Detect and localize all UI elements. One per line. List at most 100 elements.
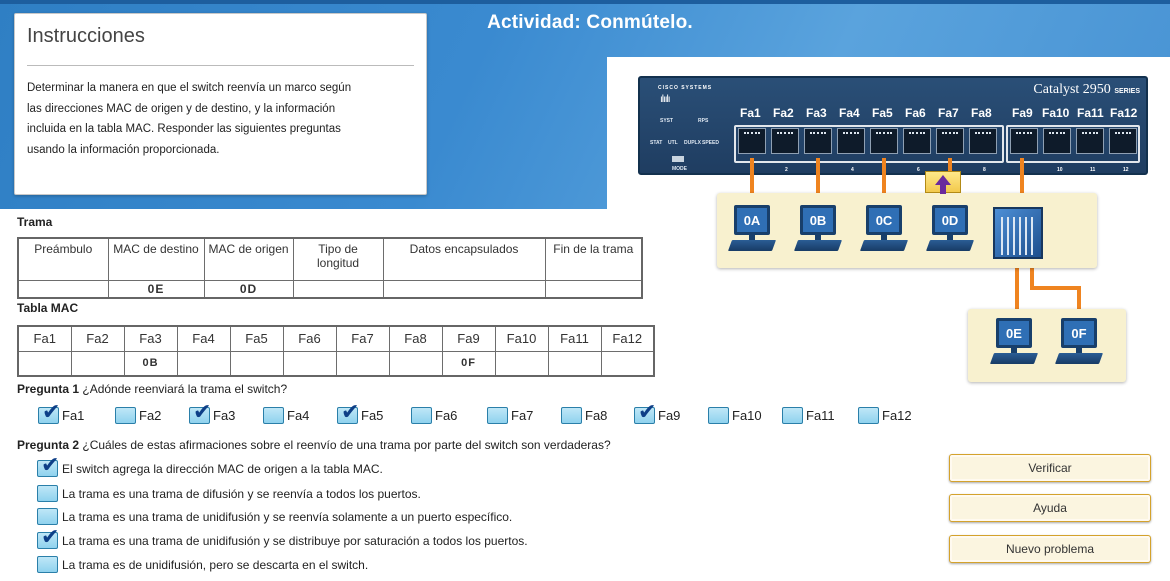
port-fa11: [1076, 128, 1104, 154]
checkbox[interactable]: [263, 407, 284, 424]
checkbox[interactable]: [37, 508, 58, 525]
frame-arrow-icon: [940, 184, 946, 194]
q2-option-3[interactable]: La trama es una trama de unidifusión y s…: [37, 508, 512, 525]
divider: [27, 65, 414, 66]
pc-keyboard: [859, 240, 909, 251]
port-label-fa7: Fa7: [938, 106, 959, 120]
option-label: El switch agrega la dirección MAC de ori…: [62, 461, 383, 476]
check-icon: ✔: [193, 400, 212, 425]
port-number: 6: [917, 167, 920, 173]
instructions-panel: Instrucciones Determinar la manera en qu…: [14, 13, 427, 195]
instructions-line: incluida en la tabla MAC. Responder las …: [27, 123, 341, 135]
mac-value-cell: [282, 350, 337, 377]
new-problem-button[interactable]: Nuevo problema: [949, 535, 1151, 563]
verify-button[interactable]: Verificar: [949, 454, 1151, 482]
question-1: Pregunta 1 ¿Adónde reenviará la trama el…: [17, 382, 287, 396]
mac-value-cell: [17, 350, 72, 377]
checkbox[interactable]: [782, 407, 803, 424]
q1-option-fa1[interactable]: ✔ Fa1: [38, 402, 84, 424]
checkbox[interactable]: [487, 407, 508, 424]
frame-header-cell: Preámbulo: [17, 237, 109, 281]
checkbox[interactable]: ✔: [337, 402, 359, 424]
pc-0d: 0D: [925, 205, 975, 261]
pc-label: 0C: [875, 212, 893, 228]
question-1-label: Pregunta 1: [17, 382, 80, 396]
q1-option-fa3[interactable]: ✔ Fa3: [189, 402, 235, 424]
checkbox[interactable]: ✔: [38, 402, 60, 424]
switch-brand: Catalyst 2950 SERIES: [1033, 82, 1140, 98]
frame-header-cell: Datos encapsulados: [382, 237, 546, 281]
led-label: UTL: [668, 140, 678, 146]
checkbox[interactable]: [858, 407, 879, 424]
cable-hub-0f: [1030, 286, 1080, 290]
question-2: Pregunta 2 ¿Cuáles de estas afirmaciones…: [17, 438, 611, 452]
checkbox[interactable]: ✔: [189, 402, 211, 424]
q1-option-fa2[interactable]: Fa2: [115, 407, 161, 424]
switch-model: Catalyst 2950: [1033, 82, 1111, 97]
instructions-line: usando la información proporcionada.: [27, 143, 220, 156]
q1-option-fa12[interactable]: Fa12: [858, 407, 912, 424]
checkbox[interactable]: ✔: [37, 455, 59, 477]
mac-header-cell: Fa3: [123, 325, 178, 352]
q2-option-1[interactable]: ✔ El switch agrega la dirección MAC de o…: [37, 455, 383, 477]
help-button[interactable]: Ayuda: [949, 494, 1151, 522]
instructions-line: Determinar la manera en que el switch re…: [27, 82, 352, 94]
pc-screen: 0B: [800, 205, 836, 235]
q1-option-fa10[interactable]: Fa10: [708, 407, 762, 424]
q1-option-fa11[interactable]: Fa11: [782, 407, 835, 424]
mac-header-row: Fa1 Fa2 Fa3 Fa4 Fa5 Fa6 Fa7 Fa8 Fa9 Fa10…: [17, 325, 655, 352]
checkbox[interactable]: ✔: [37, 527, 59, 549]
checkbox[interactable]: [561, 407, 582, 424]
q1-option-fa4[interactable]: Fa4: [263, 407, 309, 424]
port-fa7: [936, 128, 964, 154]
pc-screen: 0C: [866, 205, 902, 235]
port-fa3: [804, 128, 832, 154]
port-label-fa9: Fa9: [1012, 106, 1033, 120]
frame-value-cell: [292, 279, 384, 298]
question-2-text: ¿Cuáles de estas afirmaciones sobre el r…: [82, 438, 611, 452]
pc-label: 0D: [941, 212, 959, 228]
checkbox[interactable]: [37, 556, 58, 573]
check-icon: ✔: [41, 453, 60, 478]
pc-label: 0E: [1006, 325, 1022, 341]
q2-option-4[interactable]: ✔ La trama es una trama de unidifusión y…: [37, 527, 528, 549]
q2-option-2[interactable]: La trama es una trama de difusión y se r…: [37, 485, 421, 502]
q1-option-fa9[interactable]: ✔ Fa9: [634, 402, 680, 424]
port-number: 2: [785, 167, 788, 173]
frame-header-cell: MAC de origen: [203, 237, 294, 281]
pc-screen: 0A: [734, 205, 770, 235]
hub-slats: [1001, 217, 1037, 255]
q1-option-fa6[interactable]: Fa6: [411, 407, 457, 424]
top-stripe: [0, 0, 1170, 4]
mac-value-cell: [335, 350, 390, 377]
verify-button-label: Verificar: [1028, 461, 1072, 475]
q1-option-fa5[interactable]: ✔ Fa5: [337, 402, 383, 424]
checkbox[interactable]: [115, 407, 136, 424]
checkbox[interactable]: [411, 407, 432, 424]
port-number: 8: [983, 167, 986, 173]
q1-option-fa8[interactable]: Fa8: [561, 407, 607, 424]
mac-header-cell: Fa1: [17, 325, 72, 352]
q1-option-fa7[interactable]: Fa7: [487, 407, 533, 424]
option-label: Fa10: [732, 408, 762, 423]
switch-device: CISCO SYSTEMS ılıılı SYST RPS STAT UTL D…: [638, 76, 1148, 175]
frame-value-cell: 0E: [107, 279, 205, 298]
option-label: La trama es de unidifusión, pero se desc…: [62, 557, 369, 572]
frame-header-cell: Tipo de longitud: [292, 237, 384, 281]
question-2-label: Pregunta 2: [17, 438, 80, 452]
help-button-label: Ayuda: [1033, 501, 1067, 515]
port-label-fa11: Fa11: [1077, 106, 1104, 120]
mac-value-cell: 0B: [123, 350, 178, 377]
mac-value-cell: [388, 350, 443, 377]
option-label: Fa6: [435, 408, 458, 423]
q2-option-5[interactable]: La trama es de unidifusión, pero se desc…: [37, 556, 368, 573]
mac-value-cell: 0F: [441, 350, 496, 377]
frame-section-label: Trama: [17, 215, 53, 229]
checkbox[interactable]: [708, 407, 729, 424]
checkbox[interactable]: [37, 485, 58, 502]
mac-table: Fa1 Fa2 Fa3 Fa4 Fa5 Fa6 Fa7 Fa8 Fa9 Fa10…: [17, 325, 655, 377]
check-icon: ✔: [41, 525, 60, 550]
mac-table-label: Tabla MAC: [17, 301, 79, 315]
port-label-fa6: Fa6: [905, 106, 926, 120]
checkbox[interactable]: ✔: [634, 402, 656, 424]
